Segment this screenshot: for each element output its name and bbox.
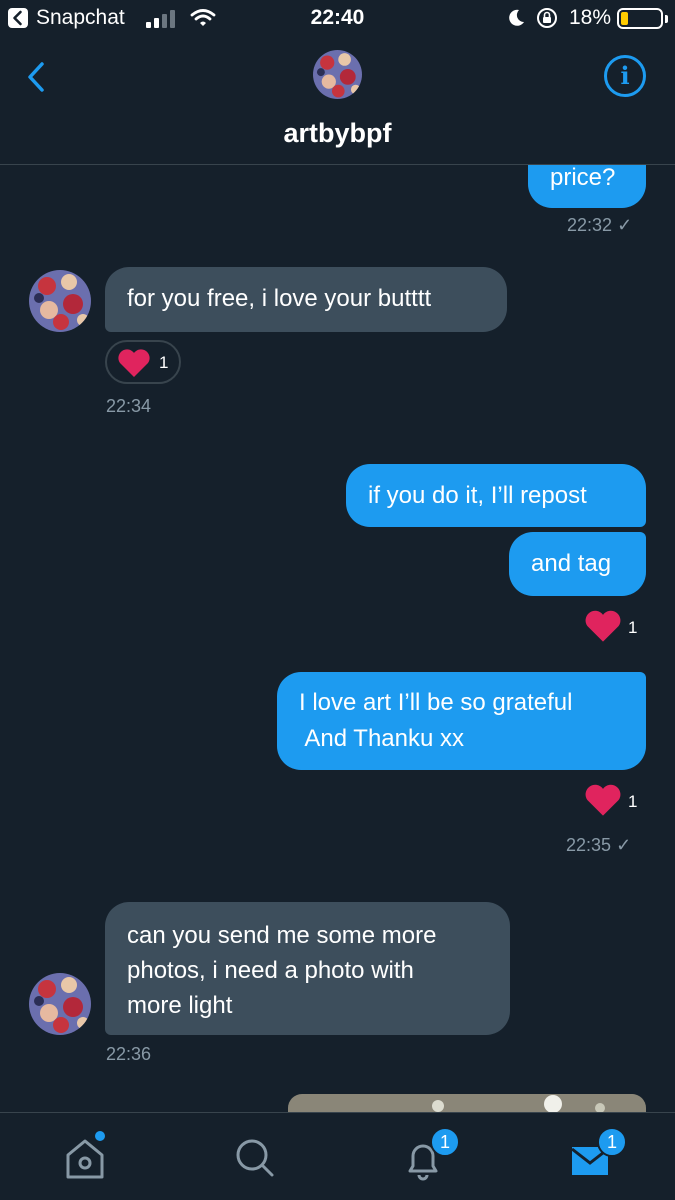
message-text-line: can you send me some more — [127, 922, 437, 949]
battery-percent: 18% — [569, 6, 612, 29]
message-bubble-incoming[interactable]: can you send me some more photos, i need… — [105, 902, 510, 1035]
message-timestamp: 22:36 — [106, 1044, 152, 1064]
message-timestamp: 22:35 ✓ — [566, 835, 631, 856]
message-text: price? — [550, 164, 616, 191]
sent-check-icon: ✓ — [616, 835, 632, 855]
search-icon[interactable] — [230, 1133, 280, 1183]
reaction-count: 1 — [628, 792, 638, 811]
message-text: if you do it, I’ll repost — [368, 482, 587, 509]
battery-fill — [621, 12, 628, 25]
avatar[interactable] — [313, 50, 362, 99]
home-new-indicator — [95, 1131, 105, 1141]
message-text: for you free, i love your butttt — [127, 285, 432, 312]
message-timestamp: 22:32 ✓ — [567, 215, 632, 236]
battery-tip — [665, 15, 668, 23]
home-icon[interactable] — [60, 1133, 110, 1183]
message-text-line: And Thanku xx — [299, 725, 464, 752]
heart-icon[interactable] — [584, 609, 622, 643]
message-text-line: more light — [127, 992, 233, 1019]
messages-badge: 1 — [597, 1127, 627, 1157]
timestamp-text: 22:35 — [566, 835, 612, 855]
avatar[interactable] — [29, 973, 91, 1035]
message-bubble-outgoing[interactable]: if you do it, I’ll repost — [346, 464, 646, 527]
message-text-line: I love art I’ll be so grateful — [299, 689, 573, 716]
sent-check-icon: ✓ — [617, 215, 633, 235]
rotation-lock-icon — [537, 8, 557, 28]
photo-message-preview[interactable] — [288, 1094, 646, 1114]
reaction-pill[interactable]: 1 — [105, 340, 181, 384]
chevron-left-icon[interactable] — [22, 58, 52, 96]
message-text-line: photos, i need a photo with — [127, 957, 414, 984]
message-timestamp: 22:34 — [106, 396, 152, 416]
battery-icon — [617, 8, 663, 29]
page-title[interactable]: artbybpf — [0, 118, 675, 149]
message-bubble-outgoing[interactable]: and tag — [509, 532, 646, 596]
avatar[interactable] — [29, 270, 91, 332]
reaction-count: 1 — [628, 618, 638, 637]
heart-icon — [118, 349, 150, 377]
reaction-count: 1 — [159, 353, 169, 372]
timestamp-text: 22:32 — [567, 215, 613, 235]
info-icon[interactable]: i — [604, 55, 646, 97]
bottom-tab-bar: 1 1 — [0, 1112, 675, 1200]
heart-icon[interactable] — [584, 783, 622, 817]
message-bubble-incoming[interactable]: for you free, i love your butttt — [105, 267, 507, 332]
conversation-header: artbybpf i — [0, 38, 675, 165]
message-text: and tag — [531, 550, 612, 577]
do-not-disturb-icon — [509, 9, 524, 26]
status-bar: Snapchat 22:40 18% — [0, 0, 675, 38]
notifications-badge: 1 — [430, 1127, 460, 1157]
message-bubble-outgoing[interactable]: I love art I’ll be so grateful And Thank… — [277, 672, 646, 770]
